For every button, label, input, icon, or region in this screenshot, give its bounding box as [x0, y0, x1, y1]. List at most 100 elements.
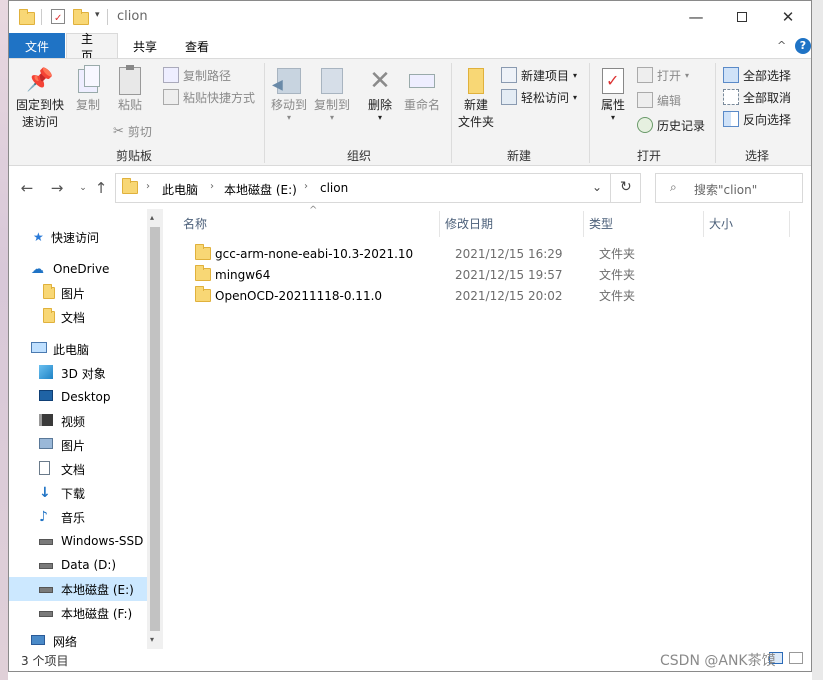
- column-header-date[interactable]: 修改日期: [445, 209, 583, 237]
- table-row[interactable]: mingw64 2021/12/15 19:57 文件夹: [183, 264, 803, 285]
- sidebar-item-label: 本地磁盘 (F:): [61, 606, 133, 621]
- back-arrow-icon[interactable]: ←: [17, 178, 37, 198]
- edit-button[interactable]: 编辑: [637, 90, 681, 110]
- sidebar-item-drive-f[interactable]: 本地磁盘 (F:): [9, 601, 147, 625]
- invert-selection-button[interactable]: 反向选择: [723, 109, 791, 129]
- paste-shortcut-label: 粘贴快捷方式: [183, 90, 256, 105]
- sidebar-scrollbar[interactable]: ▴ ▾: [147, 209, 163, 649]
- sidebar-item-documents[interactable]: 文档: [9, 457, 147, 481]
- paste-shortcut-button[interactable]: 粘贴快捷方式: [163, 87, 255, 107]
- tab-file[interactable]: 文件: [9, 33, 65, 59]
- scroll-up-icon[interactable]: ▴: [150, 213, 154, 222]
- breadcrumb-this-pc[interactable]: 此电脑: [162, 181, 198, 198]
- maximize-button[interactable]: [719, 1, 765, 33]
- copy-to-label: 复制到: [313, 98, 350, 112]
- customize-quick-access-chevron-icon[interactable]: ▾: [95, 10, 100, 20]
- close-button[interactable]: ✕: [765, 1, 811, 33]
- breadcrumb-separator-icon: ›: [146, 181, 150, 192]
- breadcrumb-drive-e[interactable]: 本地磁盘 (E:): [224, 181, 297, 198]
- history-label: 历史记录: [657, 118, 706, 133]
- column-header-name[interactable]: 名称: [183, 209, 439, 237]
- delete-button[interactable]: ✕ 删除 ▾: [362, 65, 398, 122]
- column-header-type[interactable]: 类型: [589, 209, 699, 237]
- select-all-button[interactable]: 全部选择: [723, 65, 791, 85]
- large-icons-view-icon[interactable]: [789, 652, 803, 664]
- address-bar[interactable]: › 此电脑 › 本地磁盘 (E:) › clion ⌄ ↻: [115, 173, 641, 203]
- paste-button[interactable]: 粘贴: [111, 65, 149, 114]
- copy-to-button[interactable]: 复制到 ▾: [312, 65, 352, 122]
- cut-button[interactable]: ✂ 剪切: [113, 121, 152, 141]
- file-name: OpenOCD-20211118-0.11.0: [215, 288, 383, 303]
- help-icon[interactable]: ?: [795, 38, 811, 54]
- select-none-button[interactable]: 全部取消: [723, 87, 791, 107]
- delete-x-icon: ✕: [369, 66, 391, 96]
- address-history-chevron-icon[interactable]: ⌄: [592, 180, 602, 194]
- recent-locations-chevron-icon[interactable]: ⌄: [73, 178, 93, 198]
- sidebar-item-desktop[interactable]: Desktop: [9, 385, 147, 409]
- minimize-button[interactable]: —: [673, 1, 719, 33]
- tab-view[interactable]: 查看: [171, 33, 223, 59]
- refresh-icon[interactable]: ↻: [620, 179, 632, 195]
- drive-icon: [39, 558, 61, 572]
- properties-quick-icon[interactable]: ✓: [51, 9, 65, 24]
- pin-to-quick-access-button[interactable]: 📌 固定到快 速访问: [13, 65, 67, 131]
- tab-home[interactable]: 主页: [66, 32, 118, 63]
- scroll-down-icon[interactable]: ▾: [150, 635, 154, 644]
- history-button[interactable]: 历史记录: [637, 115, 705, 135]
- new-item-label: 新建项目: [521, 68, 570, 83]
- new-folder-button[interactable]: 新建 文件夹: [455, 65, 497, 131]
- new-folder-quick-icon[interactable]: [73, 9, 89, 25]
- sidebar-item-3d-objects[interactable]: 3D 对象: [9, 361, 147, 385]
- sidebar-item-onedrive-pictures[interactable]: 图片: [9, 281, 147, 305]
- rename-button[interactable]: 重命名: [401, 65, 443, 114]
- select-none-label: 全部取消: [743, 90, 792, 105]
- breadcrumb-separator-icon: ›: [304, 181, 308, 192]
- copy-button[interactable]: 复制: [69, 65, 107, 114]
- sidebar-item-onedrive[interactable]: ☁ OneDrive: [9, 257, 147, 281]
- sidebar-item-windows-ssd[interactable]: Windows-SSD: [9, 529, 147, 553]
- sidebar-item-videos[interactable]: 视频: [9, 409, 147, 433]
- rename-icon: [409, 65, 435, 97]
- sidebar-item-onedrive-documents[interactable]: 文档: [9, 305, 147, 329]
- sidebar-item-pictures[interactable]: 图片: [9, 433, 147, 457]
- organize-group-label: 组织: [346, 149, 371, 163]
- sidebar-item-network[interactable]: 网络: [9, 633, 147, 649]
- column-divider: [439, 211, 440, 237]
- select-group-label: 选择: [744, 149, 769, 163]
- sidebar-item-quick-access[interactable]: ★ 快速访问: [9, 225, 147, 249]
- easy-access-button[interactable]: 轻松访问 ▾: [501, 87, 577, 107]
- breadcrumb-clion[interactable]: clion: [320, 181, 348, 195]
- paste-icon: [119, 65, 141, 97]
- edit-icon: [637, 92, 653, 108]
- sidebar-item-label: 图片: [61, 438, 86, 453]
- table-row[interactable]: OpenOCD-20211118-0.11.0 2021/12/15 20:02…: [183, 285, 803, 306]
- sidebar-item-downloads[interactable]: ↓ 下载: [9, 481, 147, 505]
- download-icon: ↓: [39, 485, 51, 501]
- sidebar-item-data-d[interactable]: Data (D:): [9, 553, 147, 577]
- sidebar-item-music[interactable]: ♪ 音乐: [9, 505, 147, 529]
- drive-icon: [39, 606, 61, 620]
- drive-icon: [39, 534, 61, 548]
- network-icon: [31, 634, 53, 648]
- folder-icon: [195, 243, 211, 264]
- folder-icon: [43, 308, 61, 323]
- easy-access-dropdown-icon: ▾: [573, 92, 578, 102]
- up-arrow-icon[interactable]: ↑: [91, 178, 111, 198]
- delete-dropdown-icon: ▾: [377, 113, 382, 122]
- open-button[interactable]: 打开 ▾: [637, 65, 689, 85]
- tab-share[interactable]: 共享: [119, 33, 171, 59]
- table-row[interactable]: gcc-arm-none-eabi-10.3-2021.10 2021/12/1…: [183, 243, 803, 264]
- properties-button[interactable]: ✓ 属性 ▾: [593, 65, 633, 122]
- search-box[interactable]: ⌕ 搜索"clion": [655, 173, 803, 203]
- copy-to-dropdown-icon: ▾: [329, 113, 334, 122]
- delete-label: 删除: [367, 98, 392, 112]
- copy-path-button[interactable]: 复制路径: [163, 65, 231, 85]
- sidebar-item-this-pc[interactable]: 此电脑: [9, 337, 147, 361]
- collapse-ribbon-chevron-icon[interactable]: ^: [777, 39, 786, 52]
- column-header-size[interactable]: 大小: [709, 209, 789, 237]
- sidebar-item-drive-e[interactable]: 本地磁盘 (E:): [9, 577, 147, 601]
- forward-arrow-icon[interactable]: →: [47, 178, 67, 198]
- new-item-button[interactable]: 新建项目 ▾: [501, 65, 577, 85]
- move-to-button[interactable]: ◀ 移动到 ▾: [269, 65, 309, 122]
- scrollbar-thumb[interactable]: [150, 227, 160, 631]
